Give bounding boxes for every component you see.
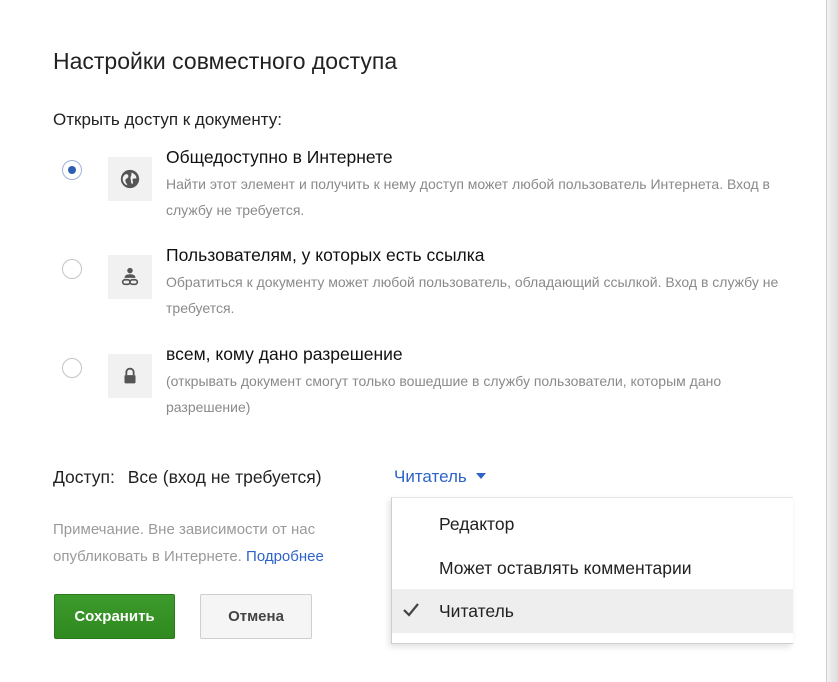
chevron-down-icon bbox=[475, 472, 486, 479]
person-link-icon bbox=[108, 255, 152, 299]
menu-item-label: Может оставлять комментарии bbox=[439, 558, 692, 578]
note-text: Примечание. Вне зависимости от нас опубл… bbox=[53, 516, 413, 570]
share-section-label: Открыть доступ к документу: bbox=[53, 110, 282, 129]
role-menu: Редактор Может оставлять комментарии Чит… bbox=[391, 497, 793, 644]
learn-more-link[interactable]: Подробнее bbox=[246, 548, 324, 565]
option-public-internet[interactable]: Общедоступно в Интернете Найти этот элем… bbox=[0, 145, 826, 225]
lock-icon bbox=[108, 354, 152, 398]
role-dropdown-value: Читатель bbox=[394, 467, 467, 486]
note-line-1: Примечание. Вне зависимости от нас bbox=[53, 521, 316, 538]
note-line-2-text: опубликовать в Интернете. bbox=[53, 548, 242, 565]
option-title: всем, кому дано разрешение bbox=[166, 344, 403, 364]
access-value: Все (вход не требуется) bbox=[127, 467, 322, 487]
cancel-button[interactable]: Отмена bbox=[200, 594, 312, 639]
radio-specific-people[interactable] bbox=[62, 358, 82, 378]
option-specific-people[interactable]: всем, кому дано разрешение (открывать до… bbox=[0, 342, 826, 422]
radio-anyone-with-link[interactable] bbox=[62, 259, 82, 279]
dialog-title: Настройки совместного доступа bbox=[53, 48, 398, 74]
option-description: Найти этот элемент и получить к нему дос… bbox=[166, 176, 770, 218]
menu-item-editor[interactable]: Редактор bbox=[392, 502, 793, 546]
menu-item-commenter[interactable]: Может оставлять комментарии bbox=[392, 546, 793, 590]
menu-item-label: Редактор bbox=[439, 514, 515, 534]
access-row: Доступ: Все (вход не требуется) bbox=[53, 467, 322, 488]
checkmark-icon bbox=[403, 603, 419, 617]
role-dropdown[interactable]: Читатель bbox=[394, 467, 486, 487]
option-description: (открывать документ смогут только вошедш… bbox=[166, 373, 722, 415]
option-title: Пользователям, у которых есть ссылка bbox=[166, 245, 485, 265]
option-anyone-with-link[interactable]: Пользователям, у которых есть ссылка Обр… bbox=[0, 243, 826, 323]
note-line-2: опубликовать в Интернете. Подробнее bbox=[53, 543, 413, 570]
access-label: Доступ: bbox=[53, 467, 115, 487]
radio-selected-dot bbox=[68, 166, 76, 174]
save-button[interactable]: Сохранить bbox=[54, 594, 175, 639]
globe-icon bbox=[108, 157, 152, 201]
radio-public-internet[interactable] bbox=[62, 160, 82, 180]
menu-item-label: Читатель bbox=[439, 601, 514, 621]
option-description: Обратиться к документу может любой польз… bbox=[166, 274, 779, 316]
window-edge bbox=[826, 0, 838, 682]
option-title: Общедоступно в Интернете bbox=[166, 147, 393, 167]
menu-item-viewer[interactable]: Читатель bbox=[392, 589, 793, 633]
